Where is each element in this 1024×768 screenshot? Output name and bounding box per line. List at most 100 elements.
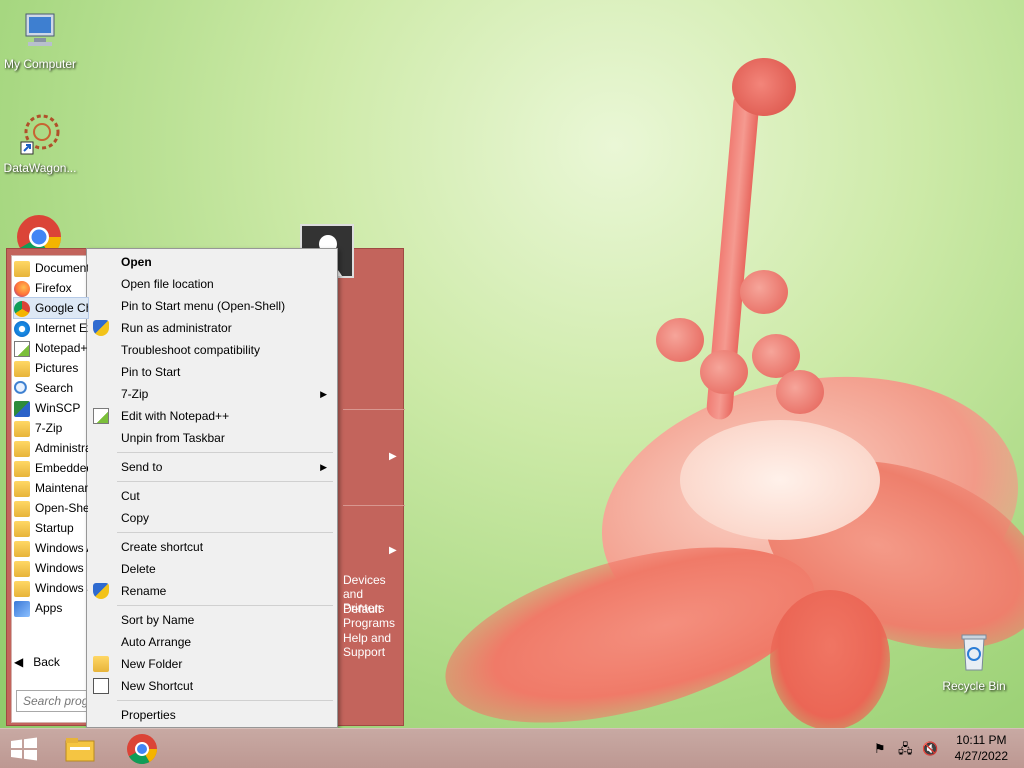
program-item-label: Internet Explorer (35, 321, 88, 335)
context-menu-item[interactable]: Open file location (87, 273, 337, 295)
context-menu-item-label: Properties (121, 708, 176, 722)
context-menu-item[interactable]: Cut (87, 485, 337, 507)
desktop-icon-label: Recycle Bin (942, 679, 1006, 693)
program-item-label: Windows Accessories (35, 541, 88, 555)
program-item[interactable]: Maintenance (14, 478, 88, 498)
search-icon (14, 380, 30, 397)
folder-icon (93, 656, 109, 672)
context-menu-item-label: Run as administrator (121, 321, 232, 335)
context-menu-item-label: Open (121, 255, 152, 269)
context-menu-item-label: New Shortcut (121, 679, 194, 693)
context-menu-item[interactable]: New Folder (87, 653, 337, 675)
program-item[interactable]: Apps (14, 598, 88, 618)
program-item-label: Apps (35, 601, 63, 615)
start-button[interactable] (8, 733, 40, 765)
context-menu-item[interactable]: Create shortcut (87, 536, 337, 558)
program-item-label: Startup (35, 521, 74, 535)
ie-icon (14, 320, 30, 337)
computer-icon (25, 13, 55, 46)
desktop-icon-label: DataWagon... (3, 161, 77, 175)
program-item[interactable]: Windows Ease of Access (14, 558, 88, 578)
context-menu: Open Open file location Pin to Start menu … (86, 248, 338, 728)
context-menu-item-label: Troubleshoot compatibility (121, 343, 260, 357)
context-menu-item[interactable]: Rename (87, 580, 337, 602)
chrome-icon (16, 214, 62, 259)
desktop-icon-datawagon[interactable]: DataWagon... (0, 112, 80, 175)
context-menu-item[interactable]: Delete (87, 558, 337, 580)
context-menu-item[interactable]: New Shortcut (87, 675, 337, 697)
program-item[interactable]: Pictures (14, 358, 88, 378)
context-menu-item[interactable]: Properties (87, 704, 337, 726)
folder-icon (14, 480, 30, 497)
desktop-icon-my-computer[interactable]: My Computer (0, 8, 80, 71)
program-item[interactable]: Windows Accessories (14, 538, 88, 558)
file-explorer-taskbar-button[interactable] (64, 733, 96, 765)
program-item[interactable]: Windows System (14, 578, 88, 598)
context-menu-item-label: Edit with Notepad++ (121, 409, 230, 423)
desktop-icon-label: My Computer (3, 57, 77, 71)
context-menu-item[interactable]: Run as administrator (87, 317, 337, 339)
program-item[interactable]: Startup (14, 518, 88, 538)
program-item[interactable]: Embedded Lockdown Manager (14, 458, 88, 478)
folder-icon (14, 260, 30, 277)
context-menu-item-label: Sort by Name (121, 613, 195, 627)
context-menu-item-label: Unpin from Taskbar (121, 431, 225, 445)
shield-icon (93, 320, 109, 336)
chrome-icon (14, 300, 30, 317)
program-item-label: Firefox (35, 281, 72, 295)
chrome-taskbar-button[interactable] (126, 733, 158, 765)
recycle-bin-icon (961, 634, 987, 671)
context-menu-separator (117, 532, 333, 533)
program-item[interactable]: WinSCP (14, 398, 88, 418)
context-menu-item[interactable]: Open (87, 251, 337, 273)
clock-time: 10:11 PM (956, 733, 1007, 747)
program-item[interactable]: Firefox (14, 278, 88, 298)
system-clock[interactable]: 10:11 PM 4/27/2022 (955, 732, 1008, 764)
context-menu-item-label: Cut (121, 489, 140, 503)
program-item[interactable]: Administrative Tools (14, 438, 88, 458)
back-button[interactable]: ◀ Back (14, 652, 60, 672)
volume-muted-icon[interactable]: 🔇 (922, 741, 938, 757)
right-item-default-programs[interactable]: Default Programs (343, 602, 403, 630)
program-item[interactable]: Search (14, 378, 88, 398)
context-menu-item-label: Send to (121, 460, 163, 474)
program-item-label: Documents (35, 261, 88, 275)
context-menu-item[interactable]: Pin to Start menu (Open-Shell) (87, 295, 337, 317)
context-menu-item[interactable]: Sort by Name (87, 609, 337, 631)
network-icon[interactable]: 🖧 (898, 741, 914, 757)
folder-icon (14, 560, 30, 577)
right-item-help-support[interactable]: Help and Support (343, 631, 403, 659)
shortcut-icon (93, 678, 109, 694)
folder-icon (14, 520, 30, 537)
context-menu-item[interactable]: Troubleshoot compatibility (87, 339, 337, 361)
program-item-label: Windows Ease of Access (35, 561, 88, 575)
context-menu-item[interactable]: Copy (87, 507, 337, 529)
program-item[interactable]: Documents (14, 258, 88, 278)
context-menu-separator (117, 452, 333, 453)
flower-anther (776, 370, 824, 414)
context-menu-item[interactable]: 7-Zip ▶ (87, 383, 337, 405)
program-item-label: 7-Zip (35, 421, 63, 435)
search-input[interactable]: Search programs and files (16, 690, 88, 712)
context-menu-item[interactable]: Auto Arrange (87, 631, 337, 653)
desktop-icon-recycle-bin[interactable]: Recycle Bin (934, 630, 1014, 693)
folder-icon (14, 500, 30, 517)
program-item[interactable]: 7-Zip (14, 418, 88, 438)
folder-icon (14, 580, 30, 597)
context-menu-separator (117, 605, 333, 606)
submenu-arrow-icon: ▶ (320, 462, 327, 472)
context-menu-item[interactable]: Send to ▶ (87, 456, 337, 478)
action-center-flag-icon[interactable]: ⚑ (874, 741, 890, 757)
submenu-arrow-icon: ▶ (320, 389, 327, 399)
program-item[interactable]: Internet Explorer (14, 318, 88, 338)
program-item[interactable]: Open-Shell (14, 498, 88, 518)
context-menu-item[interactable]: Pin to Start (87, 361, 337, 383)
program-item-label: Pictures (35, 361, 79, 375)
flower-stigma (732, 58, 796, 116)
context-menu-item[interactable]: Edit with Notepad++ (87, 405, 337, 427)
program-item[interactable]: Notepad++ (14, 338, 88, 358)
back-arrow-icon: ◀ (14, 655, 24, 669)
context-menu-item[interactable]: Unpin from Taskbar (87, 427, 337, 449)
program-item-label: Google Chrome (35, 301, 88, 315)
program-item[interactable]: Google Chrome (13, 297, 89, 319)
